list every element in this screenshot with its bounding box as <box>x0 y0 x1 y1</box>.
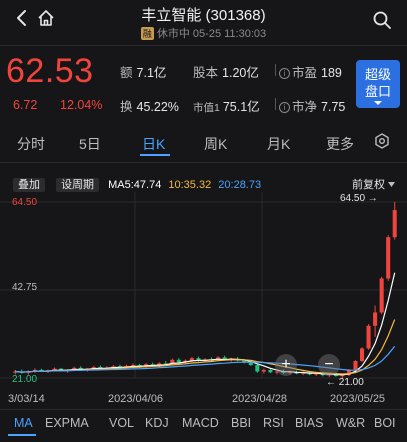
candle-body <box>255 365 260 372</box>
adjust-dropdown[interactable]: 前复权 <box>352 176 396 192</box>
price-change: 6.72 <box>13 98 38 112</box>
indicator-boll[interactable]: BOI <box>374 416 407 430</box>
date-label-start: 3/03/14 <box>8 393 45 405</box>
tab-weekly-k[interactable]: 周K <box>204 134 227 154</box>
info-icon: i <box>279 102 290 113</box>
header-divider <box>0 45 407 46</box>
status-text: 休市中 05-25 11:30:03 <box>156 28 267 40</box>
active-indicator-underline <box>8 434 36 436</box>
overlay-button[interactable]: 叠加 <box>13 178 45 192</box>
super-orderbook-button[interactable]: 超级 盘口 <box>356 60 400 108</box>
chart-settings-icon[interactable] <box>374 133 390 149</box>
pb-label: 市净 <box>292 100 318 114</box>
search-icon[interactable] <box>372 10 392 30</box>
super-button-line2: 盘口 <box>364 84 391 99</box>
high-price-marker: 64.50 → <box>340 193 378 204</box>
ma10-label: 10:35.32 <box>168 179 212 191</box>
stat-divider <box>275 64 276 76</box>
adjust-label: 前复权 <box>352 179 385 191</box>
low-price-marker: ← 21.00 <box>326 377 364 388</box>
zoom-out-button[interactable]: − <box>318 354 340 376</box>
mcap-value: 75.1亿 <box>222 100 260 114</box>
indicator-wr[interactable]: W&R <box>336 416 365 430</box>
turnover-label: 换 <box>120 100 133 114</box>
indicator-macd[interactable]: MACD <box>182 416 219 430</box>
candle-body <box>248 362 253 366</box>
super-button-line1: 超级 <box>364 67 391 82</box>
margin-badge: 融 <box>140 27 154 40</box>
candle-body <box>379 278 384 313</box>
candle-body <box>261 369 266 372</box>
tab-daily-k[interactable]: 日K <box>142 134 165 154</box>
indicator-expma[interactable]: EXPMA <box>45 416 89 430</box>
mcap-stat: 市值1 75.1亿 <box>193 96 260 115</box>
equity-value: 1.20亿 <box>222 66 259 80</box>
candle-body <box>268 369 273 373</box>
date-label-end: 2023/05/25 <box>330 393 386 405</box>
indicator-vol[interactable]: VOL <box>109 416 134 430</box>
chart-divider <box>0 409 407 410</box>
turnover-value: 45.22% <box>136 100 179 114</box>
indicator-rsi[interactable]: RSI <box>263 416 284 430</box>
tab-intraday[interactable]: 分时 <box>17 134 45 154</box>
date-label: 2023/04/28 <box>232 393 288 405</box>
price-change-pct: 12.04% <box>60 98 103 112</box>
equity-stat: 股本 1.20亿 <box>193 62 259 81</box>
pe-label: 市盈 <box>292 66 318 80</box>
turnover-stat: 换 45.22% <box>120 96 179 115</box>
info-icon: i <box>279 68 290 79</box>
candle-body <box>392 210 397 238</box>
amount-label: 额 <box>120 66 133 80</box>
indicator-bias[interactable]: BIAS <box>295 416 324 430</box>
candle-body <box>366 325 371 349</box>
indicator-ma[interactable]: MA <box>14 416 33 430</box>
candle-body <box>386 237 391 279</box>
price-axis-bottom: 21.00 <box>12 374 38 385</box>
amount-value: 7.1亿 <box>136 66 167 80</box>
indicator-bbi[interactable]: BBI <box>231 416 251 430</box>
stat-divider <box>275 98 276 110</box>
candle-body <box>359 348 365 362</box>
candle-body <box>176 359 181 363</box>
date-label: 2023/04/06 <box>108 393 164 405</box>
price-axis-top: 64.50 <box>12 197 38 208</box>
caret-down-icon <box>388 182 396 187</box>
equity-label: 股本 <box>193 66 219 80</box>
pe-value: 189 <box>321 66 342 80</box>
ma5-label: MA5:47.74 <box>108 179 162 191</box>
pb-value: 7.75 <box>321 100 346 114</box>
tab-more[interactable]: 更多 <box>326 134 354 154</box>
last-price: 62.53 <box>6 52 94 90</box>
ma20-label: 20:28.73 <box>218 179 262 191</box>
pb-stat[interactable]: i 市净 7.75 <box>279 96 345 115</box>
set-period-button[interactable]: 设周期 <box>56 178 100 192</box>
candlestick-chart[interactable] <box>0 192 407 388</box>
chart-toolbar: 叠加 设周期 MA5:47.74 10:35.32 20:28.73 <box>13 176 261 192</box>
page-title: 丰立智能 (301368) <box>141 7 266 24</box>
caret-down-icon <box>374 101 382 105</box>
candle-body <box>353 361 358 370</box>
tabs-divider <box>0 162 407 163</box>
tab-5day[interactable]: 5日 <box>79 134 101 154</box>
indicator-kdj[interactable]: KDJ <box>145 416 169 430</box>
tab-monthly-k[interactable]: 月K <box>267 134 290 154</box>
market-status: 融休市中 05-25 11:30:03 <box>0 25 407 41</box>
mcap-label: 市值1 <box>193 102 220 114</box>
zoom-in-button[interactable]: + <box>275 354 297 376</box>
pe-stat[interactable]: i 市盈 189 <box>279 62 342 81</box>
active-tab-indicator <box>140 154 170 156</box>
price-axis-mid: 42.75 <box>12 282 38 293</box>
amount-stat: 额 7.1亿 <box>120 62 166 81</box>
candle-body <box>373 312 378 326</box>
